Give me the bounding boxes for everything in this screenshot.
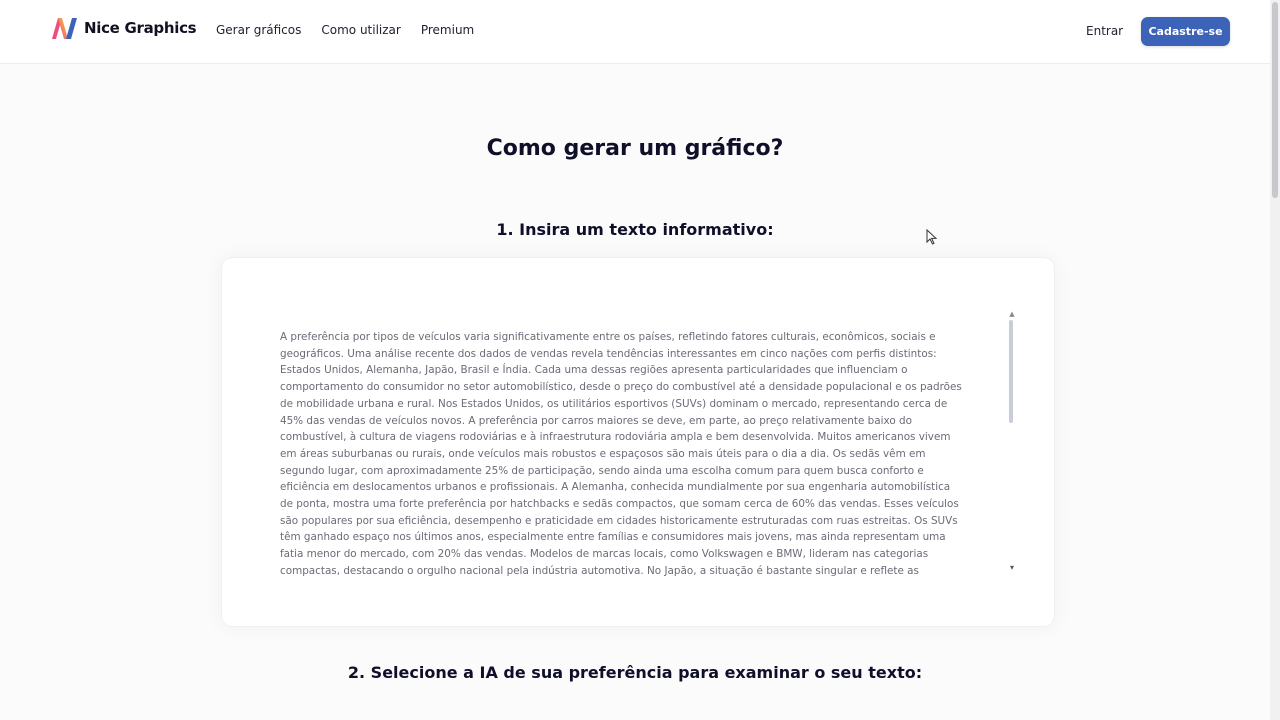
logo-icon: [52, 18, 77, 39]
chevron-down-icon[interactable]: ▾: [1008, 564, 1016, 572]
mouse-pointer-icon: [926, 228, 938, 249]
brand-logo[interactable]: Nice Graphics: [50, 15, 197, 41]
step1-heading: 1. Insira um texto informativo:: [496, 220, 774, 239]
text-input-scrollbar[interactable]: ▲ ▾: [1008, 310, 1016, 580]
info-text-input[interactable]: A preferência por tipos de veículos vari…: [280, 329, 964, 579]
step2-heading: 2. Selecione a IA de sua preferência par…: [347, 663, 923, 682]
text-input-scrollbar-thumb[interactable]: [1009, 320, 1013, 423]
top-navbar: Nice Graphics Gerar gráficos Como utiliz…: [0, 0, 1270, 64]
page-scrollbar-thumb[interactable]: [1272, 2, 1278, 198]
brand-name: Nice Graphics: [84, 19, 197, 37]
main-nav: Gerar gráficos Como utilizar Premium: [216, 23, 494, 37]
nav-gerar-graficos[interactable]: Gerar gráficos: [216, 23, 301, 37]
page-scrollbar[interactable]: [1270, 0, 1280, 720]
nav-premium[interactable]: Premium: [421, 23, 474, 37]
nav-como-utilizar[interactable]: Como utilizar: [321, 23, 400, 37]
text-input-card: A preferência por tipos de veículos vari…: [222, 258, 1054, 626]
page-title: Como gerar um gráfico?: [486, 136, 784, 161]
login-link[interactable]: Entrar: [1086, 24, 1123, 38]
signup-button[interactable]: Cadastre-se: [1141, 17, 1230, 46]
chevron-up-icon[interactable]: ▲: [1008, 310, 1016, 318]
